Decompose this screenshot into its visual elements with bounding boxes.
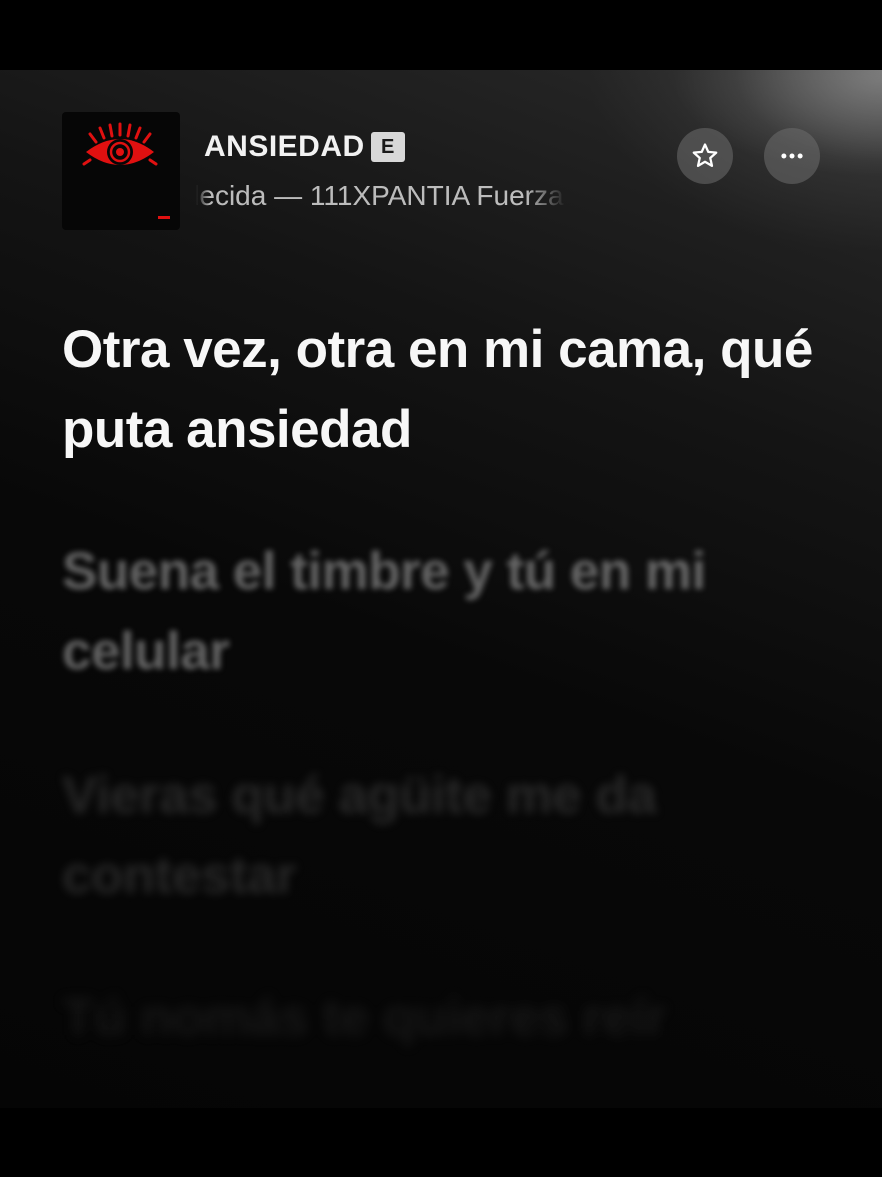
favorite-button[interactable] bbox=[677, 128, 733, 184]
explicit-badge: E bbox=[370, 132, 405, 162]
star-outline-icon bbox=[692, 143, 718, 167]
lyric-line-next[interactable]: Vieras qué agüite me da contestar bbox=[62, 756, 802, 916]
lyric-line-next[interactable]: Tú nomás te quieres reír bbox=[62, 978, 802, 1058]
song-title-row: ANSIEDAD E bbox=[204, 130, 405, 164]
song-subtitle[interactable]: Bendecida — 111XPANTIA Fuerza Regida — 1… bbox=[196, 180, 568, 212]
song-title[interactable]: ANSIEDAD bbox=[204, 130, 365, 164]
more-options-button[interactable] bbox=[764, 128, 820, 184]
lyric-line-next[interactable]: Suena el timbre y tú en mi celular bbox=[62, 532, 802, 692]
album-artwork[interactable] bbox=[62, 112, 180, 230]
lyrics-player: ANSIEDAD E Bendecida — 111XPANTIA Fuerza… bbox=[0, 70, 882, 1108]
eye-logo-icon bbox=[82, 122, 170, 219]
song-subtitle-marquee: Bendecida — 111XPANTIA Fuerza Regida — 1… bbox=[196, 178, 568, 218]
ellipsis-icon bbox=[781, 153, 803, 159]
lyric-line-current[interactable]: Otra vez, otra en mi cama, qué puta ansi… bbox=[62, 310, 842, 470]
app-frame: ANSIEDAD E Bendecida — 111XPANTIA Fuerza… bbox=[0, 0, 882, 1177]
